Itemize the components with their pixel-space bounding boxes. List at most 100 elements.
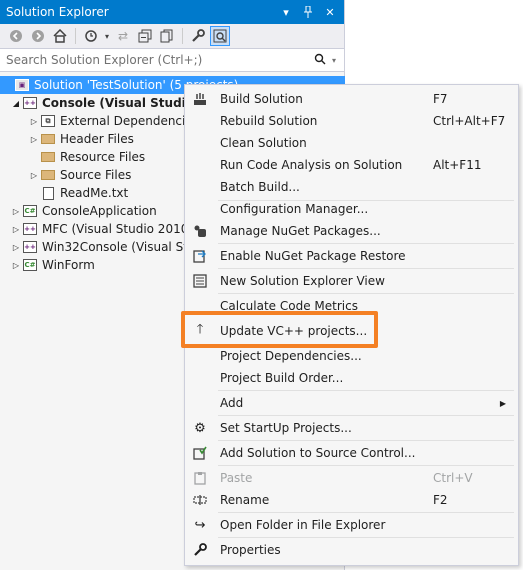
menu-label: Open Folder in File Explorer (220, 518, 386, 532)
menu-label: Manage NuGet Packages... (220, 224, 381, 238)
collapsed-arrow-icon[interactable]: ▷ (28, 133, 40, 145)
menu-item-rebuild-solution[interactable]: Rebuild Solution Ctrl+Alt+F7 (185, 110, 518, 132)
submenu-arrow-icon: ▶ (499, 398, 506, 408)
collapsed-arrow-icon[interactable]: ▷ (28, 169, 40, 181)
collapsed-arrow-icon[interactable]: ▷ (10, 205, 22, 217)
package-restore-icon (185, 249, 215, 263)
menu-label: Paste (220, 471, 253, 485)
cpp-badge: ++ (23, 97, 37, 109)
home-icon[interactable] (50, 26, 70, 46)
menu-label: Run Code Analysis on Solution (220, 158, 403, 172)
rename-icon (185, 493, 215, 507)
menu-item-configuration-manager[interactable]: Configuration Manager... (185, 198, 518, 220)
menu-label: Set StartUp Projects... (220, 421, 352, 435)
cpp-project-icon: ++ (22, 222, 38, 236)
cpp-project-icon: ++ (22, 240, 38, 254)
highlight-annotation-box (181, 311, 378, 348)
menu-item-properties[interactable]: Properties (185, 539, 518, 561)
menu-label: Rename (220, 493, 270, 507)
menu-separator (218, 293, 514, 294)
menu-item-run-code-analysis[interactable]: Run Code Analysis on Solution Alt+F11 (185, 154, 518, 176)
back-icon[interactable] (6, 26, 26, 46)
menu-item-project-build-order[interactable]: Project Build Order... (185, 367, 518, 389)
external-deps-icon: ⧉ (40, 114, 56, 128)
menu-item-rename[interactable]: Rename F2 (185, 489, 518, 511)
menu-item-paste[interactable]: Paste Ctrl+V (185, 467, 518, 489)
nuget-icon (185, 224, 215, 238)
menu-item-manage-nuget[interactable]: Manage NuGet Packages... (185, 220, 518, 242)
search-icon[interactable] (308, 53, 332, 68)
dropdown-icon[interactable]: ▾ (278, 4, 294, 20)
menu-label: Clean Solution (220, 136, 307, 150)
menu-item-add-to-source-control[interactable]: Add Solution to Source Control... (185, 442, 518, 464)
menu-label: Project Build Order... (220, 371, 344, 385)
menu-separator (218, 415, 514, 416)
menu-shortcut: F2 (433, 493, 448, 507)
menu-item-batch-build[interactable]: Batch Build... (185, 176, 518, 198)
text-file-icon (40, 186, 56, 200)
show-all-files-icon[interactable] (157, 26, 177, 46)
menu-label: Rebuild Solution (220, 114, 318, 128)
collapsed-arrow-icon[interactable]: ▷ (10, 241, 22, 253)
menu-item-add[interactable]: Add ▶ (185, 392, 518, 414)
menu-shortcut: F7 (433, 92, 448, 106)
menu-item-project-dependencies[interactable]: Project Dependencies... (185, 345, 518, 367)
dropdown-small-icon[interactable]: ▾ (103, 26, 111, 46)
menu-label: Build Solution (220, 92, 303, 106)
preview-icon[interactable] (210, 26, 230, 46)
menu-label: New Solution Explorer View (220, 274, 385, 288)
pin-icon[interactable] (300, 4, 316, 20)
cpp-badge: ++ (23, 241, 37, 253)
sync-icon[interactable]: ⇄ (113, 26, 133, 46)
tree-item-label: ConsoleApplication (42, 204, 157, 218)
search-placeholder: Search Solution Explorer (Ctrl+;) (6, 53, 203, 67)
menu-shortcut: Ctrl+V (433, 471, 473, 485)
menu-item-new-solution-explorer-view[interactable]: New Solution Explorer View (185, 270, 518, 292)
cpp-badge: ++ (23, 223, 37, 235)
collapsed-arrow-icon[interactable]: ▷ (10, 223, 22, 235)
search-dropdown-icon[interactable]: ▾ (332, 56, 344, 65)
csharp-project-icon: C# (22, 258, 38, 272)
menu-shortcut: Alt+F11 (433, 158, 482, 172)
cs-badge: C# (23, 205, 37, 217)
search-input[interactable]: Search Solution Explorer (Ctrl+;) ▾ (0, 48, 344, 72)
menu-item-clean-solution[interactable]: Clean Solution (185, 132, 518, 154)
close-icon[interactable]: ✕ (322, 4, 338, 20)
collapsed-arrow-icon[interactable]: ▷ (28, 115, 40, 127)
menu-item-enable-nuget-restore[interactable]: Enable NuGet Package Restore (185, 245, 518, 267)
properties-wrench-icon[interactable] (188, 26, 208, 46)
gear-icon: ⚙ (194, 420, 206, 436)
tree-item-label: Resource Files (60, 150, 146, 164)
menu-label: Add Solution to Source Control... (220, 446, 416, 460)
menu-label: Enable NuGet Package Restore (220, 249, 406, 263)
csharp-project-icon: C# (22, 204, 38, 218)
solution-icon: ▣ (14, 78, 30, 92)
tree-item-label: Header Files (60, 132, 134, 146)
source-control-add-icon (185, 446, 215, 460)
menu-item-open-folder[interactable]: ↪ Open Folder in File Explorer (185, 514, 518, 536)
cpp-project-icon: ++ (22, 96, 38, 110)
tree-item-label: MFC (Visual Studio 2010) (42, 222, 194, 236)
menu-item-set-startup-projects[interactable]: ⚙ Set StartUp Projects... (185, 417, 518, 439)
toolbar-separator (75, 28, 76, 44)
menu-separator (218, 268, 514, 269)
expanded-arrow-icon[interactable]: ◢ (10, 97, 22, 109)
tree-item-label: WinForm (42, 258, 95, 272)
redirect-arrow-icon: ↪ (194, 517, 206, 533)
menu-label: Batch Build... (220, 180, 300, 194)
tree-item-label: External Dependencies (60, 114, 200, 128)
history-icon[interactable] (81, 26, 101, 46)
wrench-icon (185, 543, 215, 557)
menu-separator (218, 390, 514, 391)
collapsed-arrow-icon[interactable]: ▷ (10, 259, 22, 271)
filter-folder-icon (40, 168, 56, 182)
menu-separator (218, 465, 514, 466)
menu-label: Properties (220, 543, 281, 557)
menu-label: Add (220, 396, 244, 410)
forward-icon[interactable] (28, 26, 48, 46)
filter-folder-icon (40, 132, 56, 146)
menu-separator (218, 537, 514, 538)
menu-item-build-solution[interactable]: Build Solution F7 (185, 88, 518, 110)
tree-item-label: ReadMe.txt (60, 186, 129, 200)
collapse-all-icon[interactable] (135, 26, 155, 46)
